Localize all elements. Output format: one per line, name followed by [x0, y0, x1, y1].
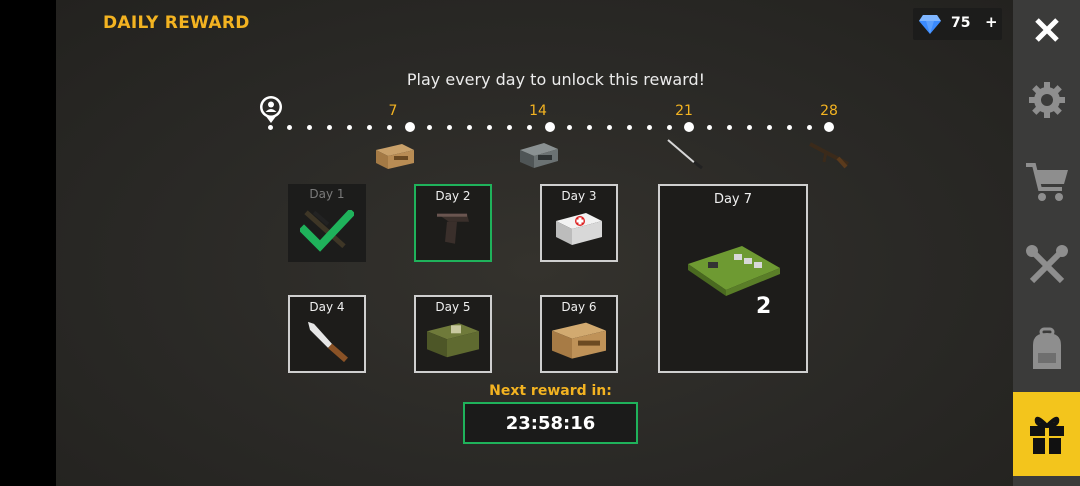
ammo-crate-icon	[427, 323, 479, 358]
close-button[interactable]	[1013, 0, 1080, 60]
metal-case-icon	[520, 143, 558, 168]
day-card-7[interactable]: Day 7 2	[658, 184, 808, 373]
milestone-dot	[824, 122, 834, 132]
gift-icon	[1029, 416, 1064, 454]
knife-icon	[308, 321, 348, 363]
timeline-dot	[447, 124, 453, 130]
timeline-dot	[606, 124, 612, 130]
day-label: Day 5	[435, 300, 471, 314]
timeline-dot	[307, 124, 313, 130]
milestone-label-28: 28	[820, 103, 838, 119]
timeline-dot	[387, 124, 393, 130]
timeline-dot	[646, 124, 652, 130]
timeline-dot	[726, 124, 732, 130]
timeline-dot	[367, 124, 373, 130]
milestone-dot	[404, 122, 415, 132]
crafting-button[interactable]	[1013, 236, 1080, 296]
timeline-dot	[487, 124, 493, 130]
timeline-dot	[267, 124, 273, 130]
timeline-dot	[467, 124, 473, 130]
day-card-2[interactable]: Day 2	[414, 184, 492, 262]
milestone-label-14: 14	[529, 103, 547, 119]
medkit-icon	[556, 213, 602, 245]
timeline-dot	[566, 124, 572, 130]
timeline-dot	[766, 124, 772, 130]
katana-icon	[667, 139, 703, 170]
day-label: Day 2	[435, 189, 471, 203]
milestone-label-7: 7	[388, 103, 398, 119]
next-reward-label: Next reward in:	[489, 383, 612, 399]
weapon-crate-icon	[552, 322, 606, 359]
assault-rifle-icon	[809, 142, 849, 169]
checkmark-icon	[300, 210, 354, 252]
settings-button[interactable]	[1013, 70, 1080, 130]
tools-icon	[1025, 245, 1068, 284]
close-icon	[1034, 18, 1059, 42]
timeline-dot	[327, 124, 333, 130]
progress-timeline: 7 14 21 28	[56, 0, 1013, 180]
screen-edge	[0, 0, 56, 486]
day-card-1[interactable]: Day 1	[288, 184, 366, 262]
day-label: Day 4	[309, 300, 345, 314]
day-card-4[interactable]: Day 4	[288, 295, 366, 373]
shop-button[interactable]	[1013, 152, 1080, 212]
timeline-dot	[287, 124, 293, 130]
milestone-label-21: 21	[675, 103, 693, 119]
backpack-icon	[1032, 327, 1061, 369]
milestone-dot	[544, 122, 555, 132]
countdown-timer: 23:58:16	[463, 402, 638, 444]
timeline-dot	[347, 124, 353, 130]
daily-reward-panel: DAILY REWARD 75 + Play every day to unlo…	[56, 0, 1013, 486]
timeline-dot	[427, 124, 433, 130]
day-label: Day 1	[309, 187, 345, 201]
day-label: Day 7	[713, 192, 753, 207]
pistol-icon	[437, 213, 469, 244]
inventory-button[interactable]	[1013, 320, 1080, 380]
timeline-dot	[626, 124, 632, 130]
cart-icon	[1025, 163, 1068, 201]
timeline-dot	[786, 124, 792, 130]
reward-quantity: 2	[756, 294, 772, 319]
day-card-6[interactable]: Day 6	[540, 295, 618, 373]
daily-reward-tab[interactable]	[1013, 392, 1080, 476]
timeline-dot	[507, 124, 513, 130]
day-card-3[interactable]: Day 3	[540, 184, 618, 262]
timeline-dot	[806, 124, 812, 130]
timeline-dot	[666, 124, 672, 130]
milestone-dot	[684, 122, 695, 132]
right-sidebar	[1013, 0, 1080, 486]
weapon-crate-icon	[376, 144, 414, 169]
gear-icon	[1028, 82, 1065, 118]
day-card-5[interactable]: Day 5	[414, 295, 492, 373]
day-label: Day 3	[561, 189, 597, 203]
day-label: Day 6	[561, 300, 597, 314]
timeline-dot	[706, 124, 712, 130]
player-position-icon	[260, 96, 282, 123]
timeline-dot	[586, 124, 592, 130]
timeline-dot	[746, 124, 752, 130]
timeline-dot	[527, 124, 533, 130]
